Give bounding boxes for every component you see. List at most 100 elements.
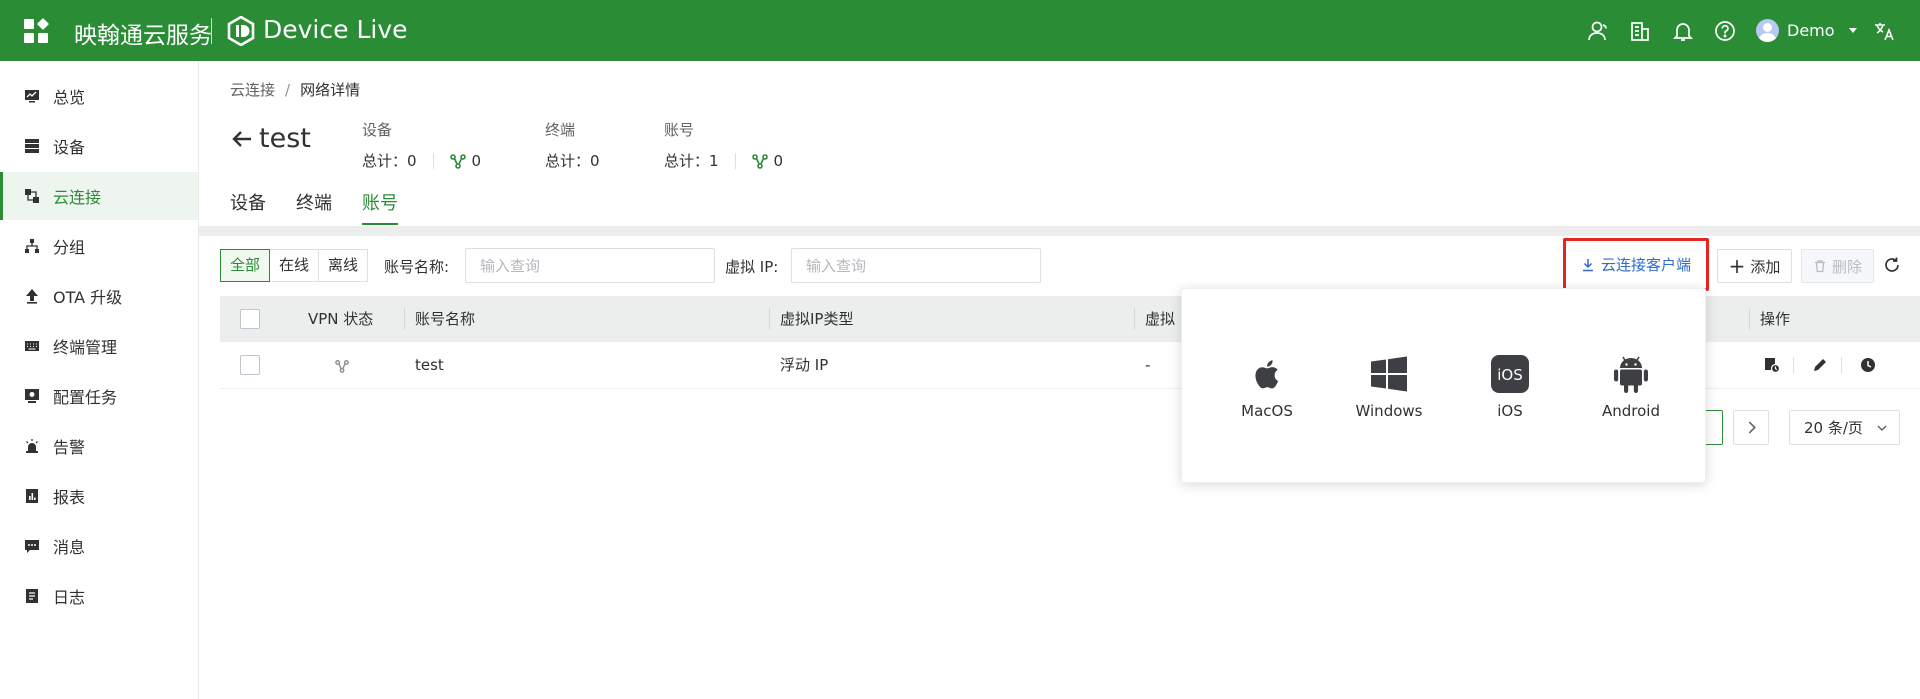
cell-virtual: - xyxy=(1145,356,1151,374)
col-actions: 操作 xyxy=(1760,310,1791,328)
avatar xyxy=(1756,19,1779,42)
tab-terminals[interactable]: 终端 xyxy=(296,189,332,225)
page-size-select[interactable]: 20 条/页 xyxy=(1789,410,1900,445)
section-divider xyxy=(199,226,1920,236)
sidebar-item-label: 告警 xyxy=(53,438,86,457)
col-account-name: 账号名称 xyxy=(415,310,476,328)
task-icon xyxy=(24,388,40,404)
sidebar-item-cloud-connect[interactable]: 云连接 xyxy=(0,172,198,220)
tab-accounts[interactable]: 账号 xyxy=(362,189,398,225)
add-button[interactable]: + 添加 xyxy=(1717,249,1792,283)
download-client-label: 云连接客户端 xyxy=(1600,256,1691,274)
message-icon xyxy=(24,538,40,554)
tab-devices[interactable]: 设备 xyxy=(230,189,266,225)
virtual-ip-label: 虚拟 IP: xyxy=(725,258,779,276)
status-filter: 全部 在线 离线 xyxy=(220,249,369,282)
sidebar-item-devices[interactable]: 设备 xyxy=(0,122,198,170)
breadcrumb-current: 网络详情 xyxy=(300,81,361,99)
virtual-ip-input[interactable] xyxy=(791,248,1041,283)
user-menu[interactable]: Demo xyxy=(1756,19,1857,42)
stat-accounts-label: 账号 xyxy=(664,121,695,139)
breadcrumb-separator: / xyxy=(285,81,291,99)
refresh-icon[interactable] xyxy=(1883,256,1901,274)
breadcrumb: 云连接 / 网络详情 xyxy=(230,79,360,100)
sidebar-item-label: 设备 xyxy=(53,138,86,157)
sidebar-item-reports[interactable]: 报表 xyxy=(0,472,198,520)
account-name-input[interactable] xyxy=(465,248,715,283)
sidebar-item-label: 配置任务 xyxy=(53,388,118,407)
action-divider xyxy=(1793,357,1794,373)
help-icon[interactable] xyxy=(1714,20,1736,42)
filter-online-button[interactable]: 在线 xyxy=(269,249,320,282)
log-icon xyxy=(24,588,40,604)
col-virtual: 虚拟 xyxy=(1145,310,1176,328)
col-ip-type: 虚拟IP类型 xyxy=(780,310,854,328)
filter-offline-button[interactable]: 离线 xyxy=(318,249,369,282)
sidebar-item-config-tasks[interactable]: 配置任务 xyxy=(0,372,198,420)
sidebar-item-messages[interactable]: 消息 xyxy=(0,522,198,570)
stat-divider xyxy=(432,152,434,169)
monitor-icon xyxy=(24,88,40,104)
vpn-status-icon xyxy=(335,360,349,373)
sidebar-item-logs[interactable]: 日志 xyxy=(0,572,198,620)
row-checkbox[interactable] xyxy=(240,355,260,375)
sidebar-item-label: 终端管理 xyxy=(53,338,118,357)
edit-icon[interactable] xyxy=(1811,356,1829,374)
stat-devices-label: 设备 xyxy=(362,121,393,139)
download-icon xyxy=(1582,258,1593,271)
select-all-checkbox[interactable] xyxy=(240,309,260,329)
os-label: iOS xyxy=(1497,402,1523,420)
client-download-popover: MacOS Windows iOS iOS Android xyxy=(1181,288,1706,483)
download-windows[interactable]: Windows xyxy=(1339,353,1439,420)
brand-divider xyxy=(211,18,212,44)
delete-button[interactable]: 删除 xyxy=(1801,249,1874,283)
caret-down-icon xyxy=(1848,28,1857,33)
account-name-label: 账号名称: xyxy=(384,258,450,276)
download-android[interactable]: Android xyxy=(1581,353,1681,420)
sidebar-item-groups[interactable]: 分组 xyxy=(0,222,198,270)
back-arrow-icon[interactable] xyxy=(230,127,254,151)
stat-terminals-total: 总计：0 xyxy=(545,152,600,170)
download-client-button[interactable]: 云连接客户端 xyxy=(1563,238,1709,291)
stat-devices-total: 总计：0 xyxy=(362,152,417,170)
action-divider xyxy=(1841,357,1842,373)
plus-icon: + xyxy=(1728,254,1746,278)
sidebar-item-terminals[interactable]: 终端管理 xyxy=(0,322,198,370)
sidebar: 总览 设备 云连接 分组 OTA 升级 终端管理 配置任务 告警 报表 消息 日… xyxy=(0,61,199,699)
download-ios[interactable]: iOS iOS xyxy=(1460,353,1560,420)
apple-icon xyxy=(1255,360,1279,389)
next-page-button[interactable] xyxy=(1733,410,1769,445)
brand-name-en: Device Live xyxy=(263,15,408,44)
delete-label: 删除 xyxy=(1831,257,1862,276)
cell-ip-type: 浮动 IP xyxy=(780,356,829,374)
column-divider xyxy=(769,308,770,330)
sidebar-item-alarms[interactable]: 告警 xyxy=(0,422,198,470)
server-icon xyxy=(24,138,40,154)
manage-device-icon[interactable] xyxy=(1763,356,1781,374)
bell-icon[interactable] xyxy=(1672,20,1694,42)
brand-name-cn: 映翰通云服务 xyxy=(74,23,212,49)
android-icon xyxy=(1614,356,1648,393)
translate-icon[interactable] xyxy=(1873,20,1895,42)
sidebar-item-ota[interactable]: OTA 升级 xyxy=(0,272,198,320)
sidebar-item-label: 消息 xyxy=(53,538,86,557)
sidebar-item-label: 云连接 xyxy=(53,188,102,207)
ios-icon: iOS xyxy=(1491,355,1529,393)
sidebar-item-label: 总览 xyxy=(53,88,86,107)
column-divider xyxy=(1749,308,1750,330)
stat-devices-online: 0 xyxy=(471,151,482,170)
cell-account-name: test xyxy=(415,356,444,374)
filter-all-button[interactable]: 全部 xyxy=(220,249,271,282)
sidebar-item-label: 分组 xyxy=(53,238,86,257)
tree-icon xyxy=(24,238,40,254)
user-icon[interactable] xyxy=(1587,20,1609,42)
history-icon[interactable] xyxy=(1859,356,1877,374)
breadcrumb-parent[interactable]: 云连接 xyxy=(230,81,275,99)
download-macos[interactable]: MacOS xyxy=(1217,353,1317,420)
apps-icon[interactable] xyxy=(24,17,50,43)
sidebar-item-overview[interactable]: 总览 xyxy=(0,72,198,120)
building-icon[interactable] xyxy=(1629,20,1651,42)
windows-icon xyxy=(1371,356,1407,392)
add-label: 添加 xyxy=(1750,257,1781,276)
chevron-right-icon xyxy=(1748,421,1756,434)
